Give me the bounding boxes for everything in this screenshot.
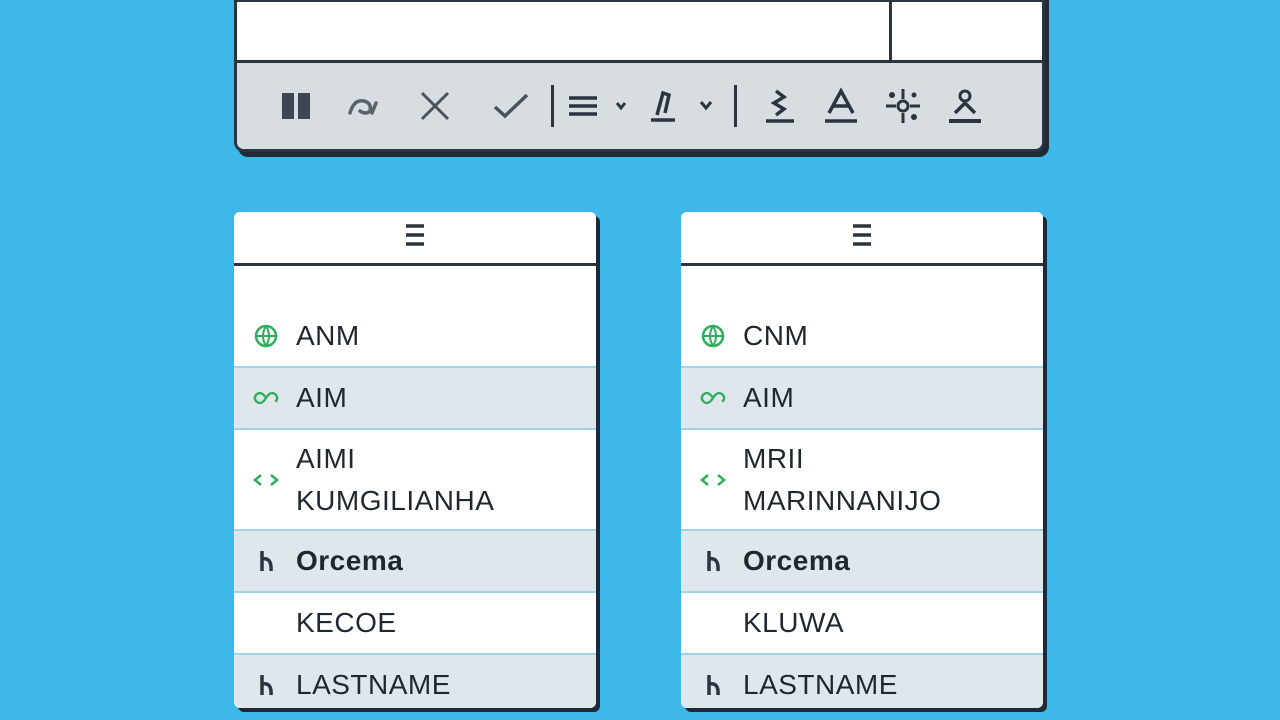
check-icon (493, 93, 529, 119)
infinity-icon (699, 384, 727, 412)
effects-button[interactable] (881, 84, 925, 128)
align-dropdown[interactable] (566, 84, 632, 128)
list-panel-left: ANM AIM AIMI KUMGILIANHA Orcema KECOE LA… (234, 212, 596, 708)
list-item-label: AIM (743, 382, 795, 413)
list-item[interactable]: LASTNAME (681, 655, 1043, 708)
font-color-button[interactable] (819, 84, 863, 128)
list-item[interactable]: Orcema (681, 531, 1043, 593)
menu-icon[interactable] (851, 223, 873, 252)
person-format-button[interactable] (943, 84, 987, 128)
close-icon (419, 91, 451, 121)
list-item-label: CNM (743, 320, 809, 351)
list-item[interactable]: LASTNAME (234, 655, 596, 708)
globe-icon (699, 322, 727, 350)
main-input-field[interactable] (237, 2, 892, 60)
text-style-dropdown[interactable] (646, 84, 718, 128)
person-icon (699, 547, 727, 575)
list-item-sublabel: KUMGILIANHA (296, 484, 495, 516)
list-item-label: Orcema (296, 545, 404, 576)
globe-icon (252, 322, 280, 350)
list-item[interactable]: MRII MARINNANIJO (681, 430, 1043, 531)
panel-header (234, 212, 596, 266)
confirm-button[interactable] (491, 84, 531, 128)
toolbar-separator (734, 85, 737, 127)
format-button[interactable] (759, 84, 803, 128)
list-item-label: LASTNAME (296, 669, 451, 700)
panel-header (681, 212, 1043, 266)
code-icon (252, 466, 280, 494)
list-item[interactable]: KECOE (234, 593, 596, 655)
undo-button[interactable] (343, 84, 383, 128)
list-item[interactable]: AIMI KUMGILIANHA (234, 430, 596, 531)
list-item-label: ANM (296, 320, 360, 351)
list-item[interactable]: AIM (681, 368, 1043, 430)
format-a-icon (764, 87, 798, 125)
list-item[interactable]: CNM (681, 306, 1043, 368)
person-icon (252, 547, 280, 575)
list-item-sublabel: MARINNANIJO (743, 484, 942, 516)
font-color-icon (823, 87, 859, 125)
list-item-label: MRII (743, 442, 805, 474)
toolbar-separator (551, 85, 554, 127)
menu-icon[interactable] (404, 223, 426, 252)
text-style-dropdown-icon (647, 89, 717, 123)
list-item-label: KECOE (296, 607, 397, 638)
list-item-label: LASTNAME (743, 669, 898, 700)
cancel-button[interactable] (415, 84, 455, 128)
list-item[interactable]: KLUWA (681, 593, 1043, 655)
editor-window (234, 0, 1045, 152)
list-panel-right: CNM AIM MRII MARINNANIJO Orcema KLUWA LA… (681, 212, 1043, 708)
list-item-label: AIMI (296, 442, 356, 474)
person-format-icon (947, 87, 983, 125)
code-icon (699, 466, 727, 494)
pause-button[interactable] (277, 84, 317, 128)
list-item[interactable]: AIM (234, 368, 596, 430)
list-item-label: KLUWA (743, 607, 845, 638)
person-icon (252, 671, 280, 699)
infinity-icon (252, 384, 280, 412)
input-bar (237, 0, 1042, 63)
align-dropdown-icon (567, 94, 631, 118)
list-item-label: Orcema (743, 545, 851, 576)
formatting-toolbar (237, 63, 1042, 149)
list-item[interactable]: Orcema (234, 531, 596, 593)
list-item[interactable]: ANM (234, 306, 596, 368)
person-icon (699, 671, 727, 699)
undo-icon (346, 95, 380, 117)
list-item-label: AIM (296, 382, 348, 413)
side-input-field[interactable] (892, 2, 1042, 60)
effects-icon (884, 87, 922, 125)
pause-icon (281, 92, 313, 120)
